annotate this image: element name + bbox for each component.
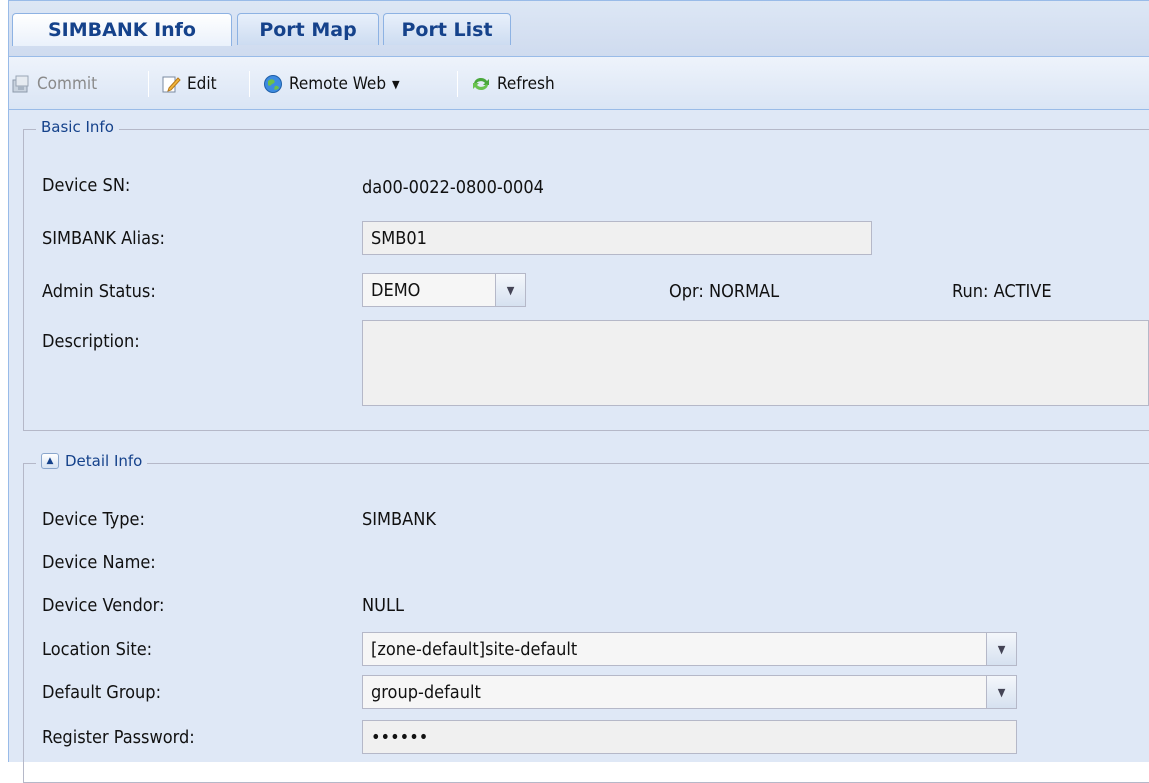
toolbar-separator	[457, 71, 458, 97]
remote-web-button[interactable]: Remote Web ▼	[263, 71, 400, 97]
simbank-alias-value: SMB01	[371, 227, 427, 249]
location-site-label: Location Site:	[42, 639, 153, 660]
simbank-panel: SIMBANK Info Port Map Port List Commit E…	[8, 0, 1149, 783]
device-sn-value: da00-0022-0800-0004	[362, 177, 544, 198]
toolbar: Commit Edit Remote Web ▼ Refresh	[9, 56, 1149, 110]
admin-status-label: Admin Status:	[42, 281, 156, 302]
opr-status: Opr: NORMAL	[669, 281, 780, 302]
remote-web-label: Remote Web	[289, 74, 387, 94]
basic-info-legend: Basic Info	[36, 118, 119, 136]
globe-icon	[263, 74, 283, 94]
chevron-down-icon[interactable]: ▼	[495, 274, 525, 306]
register-password-input[interactable]: ••••••	[362, 720, 1017, 754]
chevron-down-icon[interactable]: ▼	[986, 676, 1016, 708]
device-vendor-value: NULL	[362, 595, 405, 616]
chevron-down-icon: ▼	[392, 77, 400, 91]
device-type-label: Device Type:	[42, 509, 145, 530]
refresh-label: Refresh	[497, 74, 555, 94]
refresh-button[interactable]: Refresh	[471, 71, 555, 97]
default-group-value: group-default	[371, 681, 481, 703]
basic-info-fieldset: Basic Info Device SN: da00-0022-0800-000…	[23, 118, 1149, 431]
tab-simbank-info[interactable]: SIMBANK Info	[12, 13, 232, 46]
description-textarea[interactable]	[362, 320, 1149, 406]
refresh-icon	[471, 74, 491, 94]
edit-icon	[161, 74, 181, 94]
admin-status-value: DEMO	[371, 279, 421, 301]
toolbar-separator	[249, 71, 250, 97]
location-site-select[interactable]: [zone-default]site-default ▼	[362, 632, 1017, 666]
edit-label: Edit	[187, 74, 217, 94]
register-password-value: ••••••	[371, 726, 429, 748]
detail-info-legend: ▲ Detail Info	[36, 452, 148, 470]
description-label: Description:	[42, 331, 140, 352]
toolbar-separator	[148, 71, 149, 97]
detail-info-fieldset: ▲ Detail Info Device Type: SIMBANK Devic…	[23, 452, 1149, 783]
location-site-value: [zone-default]site-default	[371, 638, 578, 660]
simbank-alias-label: SIMBANK Alias:	[42, 228, 165, 249]
chevron-down-icon[interactable]: ▼	[986, 633, 1016, 665]
basic-info-legend-text: Basic Info	[41, 118, 114, 136]
collapse-toggle-icon[interactable]: ▲	[41, 453, 59, 469]
default-group-select[interactable]: group-default ▼	[362, 675, 1017, 709]
commit-icon	[11, 74, 31, 94]
admin-status-select[interactable]: DEMO ▼	[362, 273, 526, 307]
device-type-value: SIMBANK	[362, 509, 436, 530]
commit-button[interactable]: Commit	[11, 71, 97, 97]
tab-strip: SIMBANK Info Port Map Port List	[9, 0, 1149, 56]
run-status: Run: ACTIVE	[952, 281, 1052, 302]
detail-info-legend-text: Detail Info	[65, 452, 143, 470]
tab-port-map[interactable]: Port Map	[237, 13, 379, 45]
edit-button[interactable]: Edit	[161, 71, 217, 97]
register-password-label: Register Password:	[42, 727, 195, 748]
commit-label: Commit	[37, 74, 98, 94]
device-vendor-label: Device Vendor:	[42, 595, 165, 616]
simbank-alias-input[interactable]: SMB01	[362, 221, 872, 255]
tab-port-list[interactable]: Port List	[383, 13, 511, 45]
device-sn-label: Device SN:	[42, 175, 131, 196]
default-group-label: Default Group:	[42, 682, 162, 703]
device-name-label: Device Name:	[42, 552, 156, 573]
